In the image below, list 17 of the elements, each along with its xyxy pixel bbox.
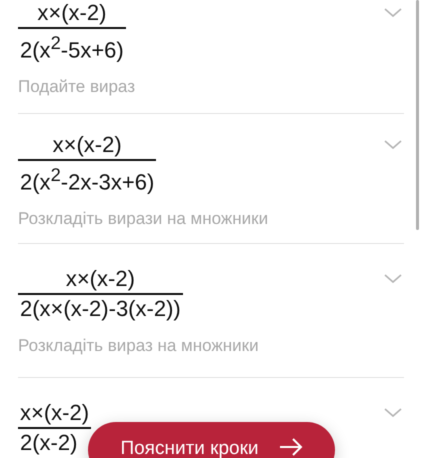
numerator: x×(x-2) xyxy=(64,266,136,292)
step-hint: Розкладіть вирази на множники xyxy=(18,208,270,229)
arrow-icon xyxy=(278,438,303,456)
numerator: x×(x-2) xyxy=(52,132,123,158)
numerator: x×(x-2) xyxy=(36,0,108,26)
denominator: 2(x$^{2}$-5x+6) xyxy=(19,30,125,63)
chevron-icon[interactable] xyxy=(384,8,402,18)
denominator: 2(x-2) xyxy=(19,430,78,456)
step-hint: Розкладіть вираз на множники xyxy=(18,336,260,356)
chevron-icon[interactable] xyxy=(384,140,402,150)
numerator: x×(x-2) xyxy=(19,400,90,426)
chevron-icon[interactable] xyxy=(384,408,402,418)
step-hint: Подайте вираз xyxy=(18,76,136,97)
explain-steps-button[interactable]: Пояснити кроки xyxy=(88,422,335,458)
denominator: 2(x×(x-2)-3(x-2)) xyxy=(19,296,182,322)
denominator: 2(x$^{2}$-2x-3x+6) xyxy=(19,162,156,195)
chevron-icon[interactable] xyxy=(384,274,402,284)
